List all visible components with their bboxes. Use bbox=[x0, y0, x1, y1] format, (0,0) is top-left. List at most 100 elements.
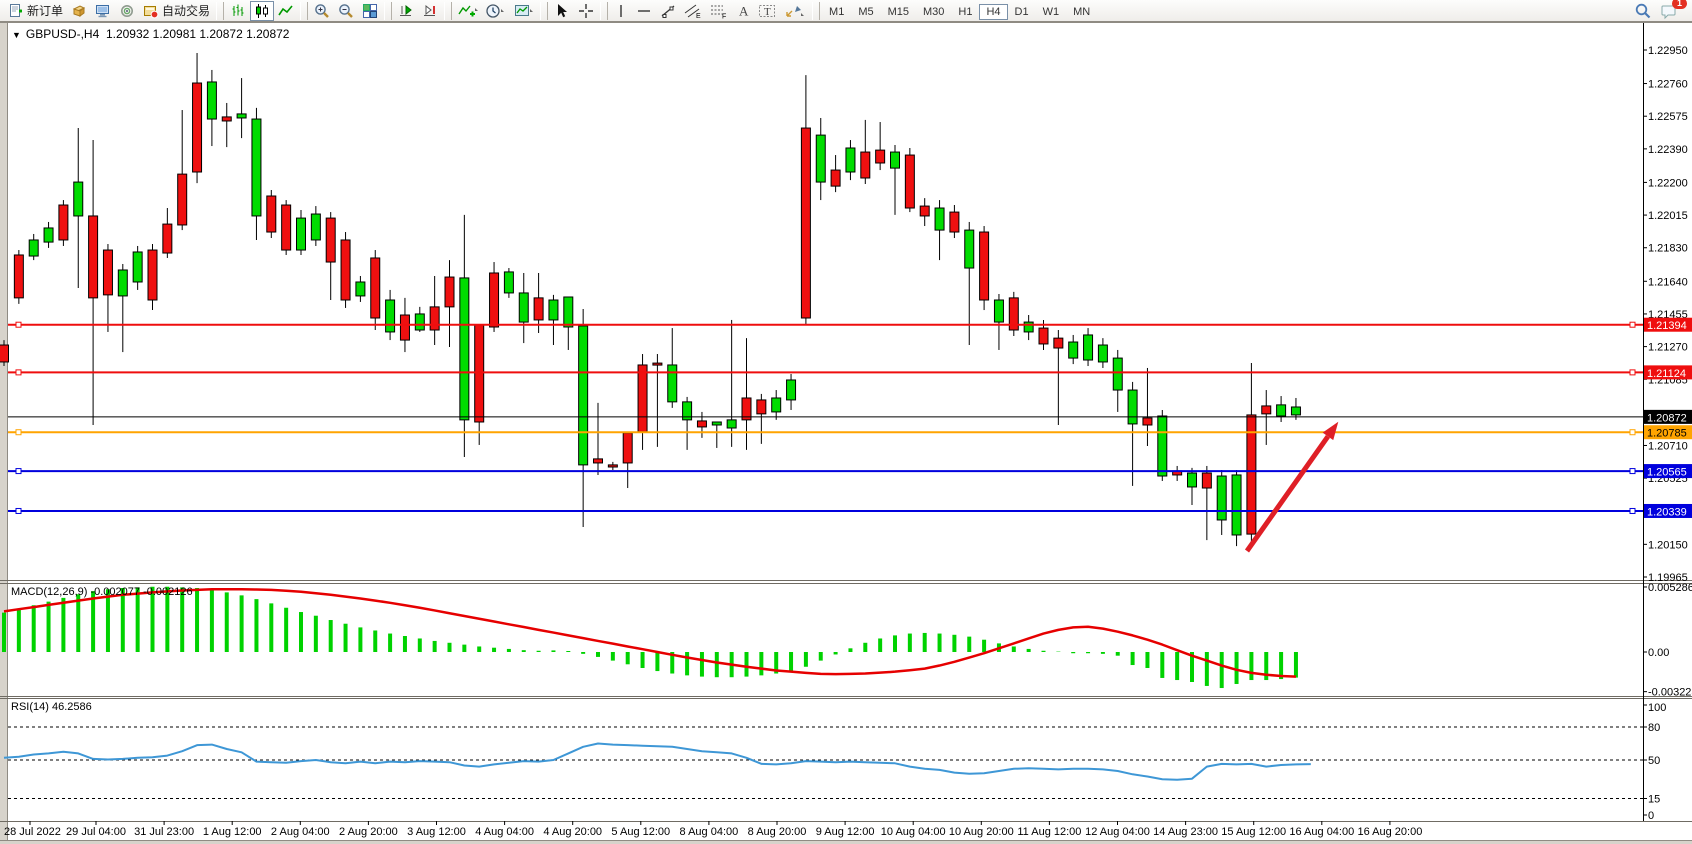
equidistant-channel-button[interactable]: E bbox=[680, 1, 706, 21]
time-axis-label: 14 Aug 23:00 bbox=[1153, 826, 1218, 838]
candle-body bbox=[193, 83, 202, 172]
templates-button[interactable] bbox=[510, 1, 538, 21]
zoom-in-button[interactable] bbox=[310, 1, 334, 21]
candle-body bbox=[178, 174, 187, 225]
line-chart-button[interactable] bbox=[274, 1, 298, 21]
price-axis-label: 1.22015 bbox=[1648, 210, 1688, 222]
candle-body bbox=[965, 230, 974, 268]
gold-cube-icon bbox=[71, 3, 87, 19]
chart-title-ohlc: 1.20932 1.20981 1.20872 1.20872 bbox=[106, 27, 290, 41]
trendline-button[interactable] bbox=[656, 1, 680, 21]
crosshair-button[interactable] bbox=[574, 1, 598, 21]
time-axis-label: 28 Jul 2022 bbox=[4, 826, 61, 838]
signal-icon bbox=[119, 3, 135, 19]
horizontal-line-button[interactable] bbox=[632, 1, 656, 21]
candle-body bbox=[994, 300, 1003, 322]
candle-body bbox=[579, 326, 588, 465]
svg-text:T: T bbox=[764, 6, 771, 18]
price-axis-label: 1.22950 bbox=[1648, 45, 1688, 57]
time-axis-label: 11 Aug 12:00 bbox=[1017, 826, 1081, 838]
time-axis-label: 4 Aug 20:00 bbox=[543, 826, 602, 838]
candle-body bbox=[386, 300, 395, 332]
candle-body bbox=[608, 465, 617, 467]
candle-body bbox=[519, 293, 528, 322]
styler-button[interactable] bbox=[67, 1, 91, 21]
line-chart-icon bbox=[278, 3, 294, 19]
candle-body bbox=[1054, 338, 1063, 348]
new-order-button[interactable]: 新订单 bbox=[4, 1, 67, 21]
line-anchor-marker bbox=[1630, 469, 1635, 474]
candle-body bbox=[1069, 342, 1078, 358]
text-button[interactable]: A bbox=[732, 1, 754, 21]
indicators-button[interactable] bbox=[454, 1, 482, 21]
autotrading-button[interactable]: 自动交易 bbox=[139, 1, 214, 21]
candle-body bbox=[415, 314, 424, 330]
notifications-button[interactable]: 1 bbox=[1656, 1, 1682, 21]
auto-scroll-button[interactable] bbox=[394, 1, 418, 21]
toolbar-separator bbox=[540, 2, 548, 20]
search-button[interactable] bbox=[1630, 1, 1656, 21]
price-axis-label: 1.20710 bbox=[1648, 440, 1688, 452]
line-anchor-marker bbox=[1630, 370, 1635, 375]
timeframe-h4-button[interactable]: H4 bbox=[979, 4, 1007, 20]
timeframe-m15-button[interactable]: M15 bbox=[881, 4, 916, 20]
timeframe-w1-button[interactable]: W1 bbox=[1036, 4, 1067, 20]
cursor-button[interactable] bbox=[550, 1, 574, 21]
chart-dropdown-icon[interactable]: ▼ bbox=[12, 30, 21, 40]
arrows-button[interactable] bbox=[780, 1, 810, 21]
candle-body bbox=[1039, 328, 1048, 344]
candle-body bbox=[475, 325, 484, 422]
autotrading-icon bbox=[143, 3, 159, 19]
candle-body bbox=[549, 300, 558, 320]
candle-body bbox=[772, 398, 781, 412]
candle-body bbox=[504, 272, 513, 293]
zoom-out-button[interactable] bbox=[334, 1, 358, 21]
candle-body bbox=[1291, 407, 1300, 415]
fibonacci-button[interactable]: F bbox=[706, 1, 732, 21]
timeframe-h1-button[interactable]: H1 bbox=[951, 4, 979, 20]
text-label-button[interactable]: T bbox=[754, 1, 780, 21]
chart-shift-button[interactable] bbox=[418, 1, 442, 21]
bar-chart-icon bbox=[230, 3, 246, 19]
candle-body bbox=[1024, 322, 1033, 332]
timeframe-m30-button[interactable]: M30 bbox=[916, 4, 951, 20]
timeframe-d1-button[interactable]: D1 bbox=[1008, 4, 1036, 20]
zoom-in-icon bbox=[314, 3, 330, 19]
candle-body bbox=[371, 258, 380, 318]
price-axis-label: 1.21270 bbox=[1648, 342, 1688, 354]
tile-windows-button[interactable] bbox=[358, 1, 382, 21]
candle-body bbox=[638, 365, 647, 432]
candle-body bbox=[59, 205, 68, 240]
signal-button[interactable] bbox=[115, 1, 139, 21]
time-axis-label: 9 Aug 12:00 bbox=[816, 826, 875, 838]
market-watch-button[interactable] bbox=[91, 1, 115, 21]
vertical-line-button[interactable] bbox=[610, 1, 632, 21]
candle-body bbox=[801, 128, 810, 318]
periods-button[interactable] bbox=[482, 1, 510, 21]
rsi-axis-label: 100 bbox=[1648, 702, 1666, 714]
candle-body bbox=[74, 182, 83, 216]
clock-icon bbox=[486, 3, 506, 19]
timeframe-m1-button[interactable]: M1 bbox=[822, 4, 851, 20]
line-anchor-marker bbox=[1630, 322, 1635, 327]
timeframe-mn-button[interactable]: MN bbox=[1066, 4, 1097, 20]
chart-title-symbol: GBPUSD-,H4 bbox=[26, 27, 99, 41]
rsi-indicator-label: RSI(14) 46.2586 bbox=[11, 701, 92, 713]
time-axis-label: 12 Aug 04:00 bbox=[1085, 826, 1150, 838]
candle-body bbox=[594, 459, 603, 463]
time-axis-label: 10 Aug 04:00 bbox=[881, 826, 946, 838]
candle-body bbox=[757, 400, 766, 414]
cursor-icon bbox=[554, 3, 570, 19]
candle-body bbox=[341, 240, 350, 300]
candle-body bbox=[1188, 473, 1197, 487]
bar-chart-button[interactable] bbox=[226, 1, 250, 21]
candle-body bbox=[831, 170, 840, 186]
candle-body bbox=[935, 208, 944, 230]
price-line-label: 1.21124 bbox=[1647, 368, 1686, 380]
candlestick-chart-button[interactable] bbox=[250, 1, 274, 21]
price-axis-label: 1.21640 bbox=[1648, 276, 1688, 288]
chart-plot[interactable]: 0.0052860.00-0.00322310080501501.229501.… bbox=[0, 0, 1692, 844]
price-axis-label: 1.22760 bbox=[1648, 79, 1688, 91]
timeframe-m5-button[interactable]: M5 bbox=[851, 4, 880, 20]
candle-body bbox=[103, 250, 112, 295]
